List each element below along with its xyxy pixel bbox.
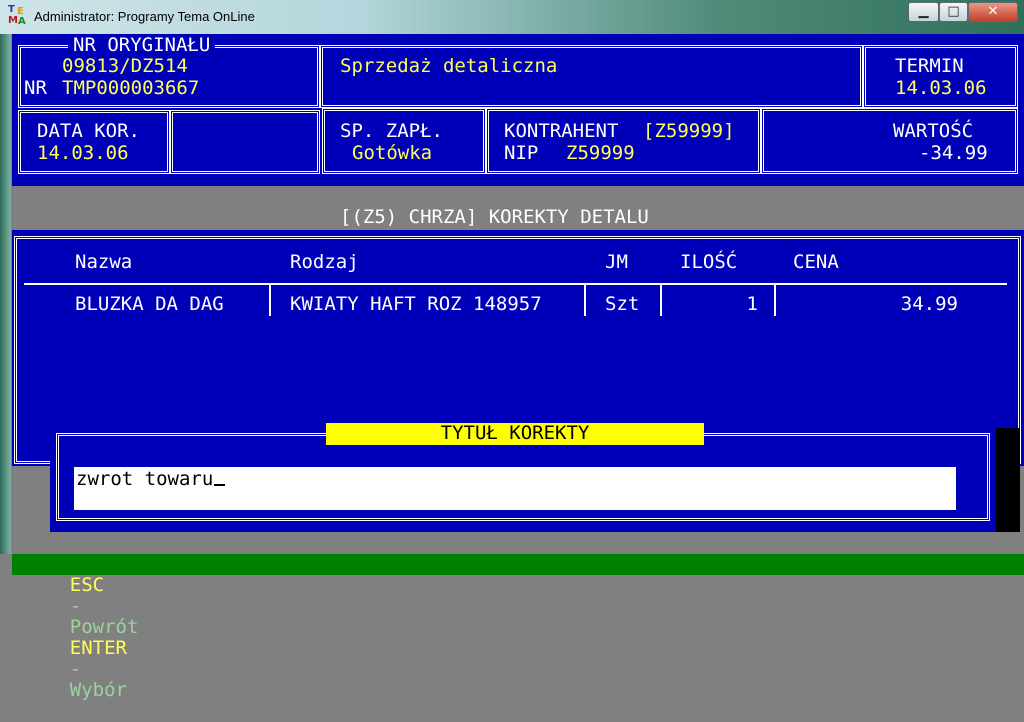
document-type: Sprzedaż detaliczna xyxy=(340,55,558,77)
contractor-code: [Z59999] xyxy=(643,120,735,142)
section-title: [(Z5) CHRZA] KOREKTY DETALU xyxy=(340,206,649,228)
tema-app-icon[interactable]: T E M A xyxy=(8,5,30,27)
icon-letter-a: A xyxy=(18,16,26,27)
window-frame-left xyxy=(0,34,11,554)
status-bar: ESC - Powrót ENTER - Wybór xyxy=(12,554,1024,701)
nr-value: TMP000003667 xyxy=(62,77,200,99)
enter-separator: - xyxy=(69,658,82,680)
row-cena: 34.99 xyxy=(900,293,958,315)
row-ilosc: 1 xyxy=(746,293,758,315)
nr-original-value: 09813/DZ514 xyxy=(62,55,188,77)
row-nazwa: BLUZKA DA DAG xyxy=(75,293,224,315)
icon-letter-t: T xyxy=(8,4,15,15)
payment-value: Gotówka xyxy=(352,142,433,164)
enter-action: Wybór xyxy=(69,679,127,701)
minimize-icon: ▁ xyxy=(918,4,929,19)
nr-label: NR xyxy=(24,77,47,99)
esc-separator: - xyxy=(69,595,82,617)
column-header-cena: CENA xyxy=(793,251,839,273)
enter-key-hint[interactable]: ENTER xyxy=(70,637,127,659)
close-button[interactable]: ✕ xyxy=(968,2,1018,22)
window-title: Administrator: Programy Tema OnLine xyxy=(34,9,255,24)
esc-action: Powrót xyxy=(69,616,139,638)
icon-letter-m: M xyxy=(8,15,18,26)
value-amount: -34.99 xyxy=(919,142,988,164)
termin-label: TERMIN xyxy=(895,55,964,77)
column-header-ilosc: ILOŚĆ xyxy=(680,251,738,273)
maximize-icon: □ xyxy=(947,4,960,19)
row-jm: Szt xyxy=(605,293,640,315)
column-divider xyxy=(660,285,662,316)
data-kor-value: 14.03.06 xyxy=(37,142,129,164)
data-kor-label: DATA KOR. xyxy=(37,120,140,142)
column-header-jm: JM xyxy=(605,251,628,273)
empty-field-box xyxy=(170,110,320,174)
column-divider xyxy=(774,285,776,316)
column-divider xyxy=(584,285,586,316)
value-label: WARTOŚĆ xyxy=(893,120,974,142)
minimize-button[interactable]: ▁ xyxy=(908,2,939,22)
payment-label: SP. ZAPŁ. xyxy=(340,120,443,142)
maximize-button[interactable]: □ xyxy=(939,2,968,22)
contractor-label: KONTRAHENT xyxy=(504,120,619,142)
column-header-rodzaj: Rodzaj xyxy=(290,251,359,273)
termin-value: 14.03.06 xyxy=(895,77,987,99)
total-value-box xyxy=(761,108,1018,174)
nip-value: Z59999 xyxy=(566,142,635,164)
correction-title-input[interactable]: zwrot towaru xyxy=(74,467,956,510)
correction-title-value: zwrot towaru xyxy=(76,468,214,490)
close-icon: ✕ xyxy=(987,4,999,19)
text-cursor xyxy=(214,484,226,486)
nr-original-label: NR ORYGINAŁU xyxy=(68,35,216,56)
esc-key-hint[interactable]: ESC xyxy=(70,574,104,596)
row-rodzaj: KWIATY HAFT ROZ 148957 xyxy=(290,293,542,315)
column-header-nazwa: Nazwa xyxy=(75,251,133,273)
dialog-title: TYTUŁ KOREKTY xyxy=(326,423,704,445)
column-divider xyxy=(269,285,271,316)
nip-label: NIP xyxy=(504,142,539,164)
